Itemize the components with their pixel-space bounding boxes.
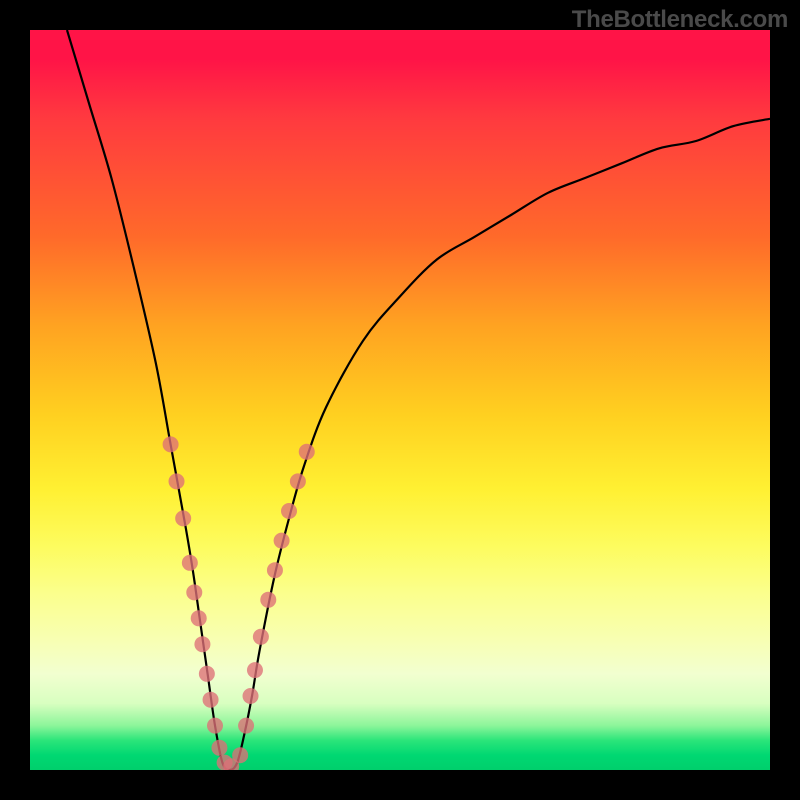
data-marker xyxy=(267,562,283,578)
data-marker xyxy=(194,636,210,652)
watermark-text: TheBottleneck.com xyxy=(572,6,788,34)
data-marker xyxy=(238,718,254,734)
data-marker xyxy=(203,692,219,708)
data-marker xyxy=(163,436,179,452)
data-marker xyxy=(274,533,290,549)
data-marker xyxy=(199,666,215,682)
data-marker xyxy=(290,473,306,489)
data-marker xyxy=(186,584,202,600)
chart-frame xyxy=(30,30,770,770)
data-marker xyxy=(260,592,276,608)
data-marker xyxy=(247,662,263,678)
data-marker xyxy=(243,688,259,704)
data-marker xyxy=(232,747,248,763)
data-marker xyxy=(211,740,227,756)
data-marker xyxy=(182,555,198,571)
bottleneck-curve xyxy=(67,30,770,770)
data-marker xyxy=(169,473,185,489)
data-marker xyxy=(207,718,223,734)
data-marker xyxy=(281,503,297,519)
data-marker xyxy=(299,444,315,460)
marker-group xyxy=(163,436,315,770)
data-marker xyxy=(175,510,191,526)
data-marker xyxy=(191,610,207,626)
chart-svg xyxy=(30,30,770,770)
data-marker xyxy=(253,629,269,645)
